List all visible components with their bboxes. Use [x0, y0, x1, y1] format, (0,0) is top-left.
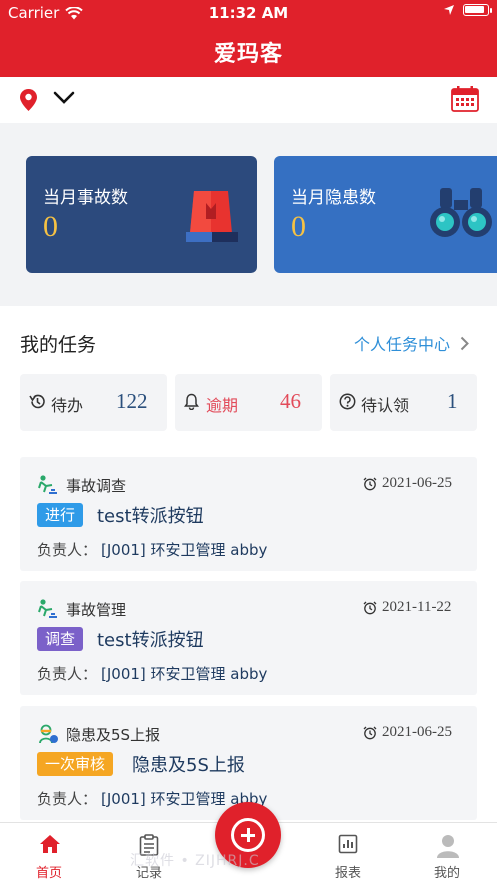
hazard-report-icon — [39, 724, 58, 744]
task-status-badge: 调查 — [37, 627, 84, 651]
task-type: 事故调查 — [66, 477, 127, 495]
task-status-badge: 进行 — [37, 503, 84, 527]
accident-stat-card[interactable]: 当月事故数 0 — [26, 156, 257, 273]
chevron-down-icon[interactable] — [53, 91, 75, 105]
task-center-label: 个人任务中心 — [353, 335, 450, 354]
accident-stat-label: 当月事故数 — [43, 188, 128, 208]
counter-todo[interactable]: 待办 122 — [20, 374, 167, 431]
calendar-icon[interactable] — [451, 86, 479, 112]
siren-icon — [186, 191, 238, 242]
stats-area: 当月事故数 0 当月隐患数 0 — [0, 123, 497, 306]
chevron-right-icon — [460, 336, 469, 350]
hazard-stat-value: 0 — [291, 210, 306, 243]
counter-todo-label: 待办 — [51, 396, 84, 415]
hazard-stat-label: 当月隐患数 — [291, 188, 376, 208]
app-header: Carrier 11:32 AM 爱玛客 — [0, 0, 497, 77]
injury-icon — [38, 599, 57, 618]
task-date: 2021-06-25 — [382, 475, 452, 491]
home-icon — [40, 835, 60, 853]
watermark: 汇软件 • ZIJHRJ.C — [130, 853, 260, 869]
history-icon — [29, 394, 45, 409]
tab-reports-label: 报表 — [334, 866, 361, 881]
task-date: 2021-11-22 — [382, 599, 452, 615]
binoculars-icon — [430, 188, 492, 237]
toolbar — [0, 77, 497, 123]
counter-unclaimed[interactable]: 待认领 1 — [330, 374, 477, 431]
tasks-section: 我的任务 个人任务中心 待办 122 逾期 46 待认领 1 事故调查 2021… — [0, 306, 497, 822]
app-title: 爱玛客 — [213, 42, 283, 67]
injury-icon — [38, 475, 57, 494]
counter-overdue[interactable]: 逾期 46 — [175, 374, 322, 431]
task-owner: 负责人： [J001] 环安卫管理 abby — [37, 663, 267, 684]
accident-stat-value: 0 — [43, 210, 58, 243]
tab-home[interactable]: 首页 — [9, 823, 89, 883]
task-type: 事故管理 — [66, 601, 127, 619]
task-card[interactable]: 事故调查 2021-06-25 进行 test转派按钮 负责人： [J001] 环… — [20, 457, 477, 571]
location-pin-icon[interactable] — [20, 89, 37, 111]
add-icon — [231, 818, 265, 852]
task-name: 隐患及5S上报 — [132, 755, 245, 776]
counter-unclaimed-count: 1 — [447, 389, 458, 413]
location-arrow-icon — [444, 5, 454, 15]
alarm-clock-icon — [363, 477, 377, 491]
alarm-clock-icon — [363, 601, 377, 615]
counter-overdue-count: 46 — [280, 389, 301, 413]
tab-mine-label: 我的 — [433, 866, 460, 881]
counter-overdue-label: 逾期 — [206, 396, 239, 415]
question-icon — [339, 393, 356, 410]
task-owner-label: 负责人： — [37, 665, 98, 683]
user-icon — [437, 835, 459, 858]
tab-mine[interactable]: 我的 — [407, 823, 487, 883]
hazard-stat-card[interactable]: 当月隐患数 0 — [274, 156, 497, 273]
alarm-clock-icon — [363, 726, 377, 740]
task-owner-value: [J001] 环安卫管理 abby — [101, 665, 268, 683]
battery-icon — [463, 4, 492, 16]
tab-home-label: 首页 — [35, 866, 62, 881]
task-owner-value: [J001] 环安卫管理 abby — [101, 541, 268, 559]
task-name: test转派按钮 — [97, 506, 204, 527]
task-center-link[interactable]: 个人任务中心 — [354, 331, 469, 355]
task-owner-label: 负责人： — [37, 790, 98, 808]
counter-todo-count: 122 — [116, 389, 148, 413]
bell-icon — [184, 393, 199, 410]
task-name: test转派按钮 — [97, 630, 204, 651]
tab-reports[interactable]: 报表 — [308, 823, 388, 883]
task-owner-label: 负责人： — [37, 541, 98, 559]
status-right — [443, 4, 492, 16]
counter-unclaimed-label: 待认领 — [361, 396, 410, 415]
task-date: 2021-06-25 — [382, 724, 452, 740]
report-icon — [338, 834, 358, 854]
tasks-title: 我的任务 — [20, 334, 97, 356]
task-card[interactable]: 事故管理 2021-11-22 调查 test转派按钮 负责人： [J001] 环… — [20, 581, 477, 695]
status-bar: Carrier 11:32 AM — [0, 0, 497, 26]
status-time: 11:32 AM — [208, 4, 289, 22]
task-status-badge: 一次审核 — [37, 752, 114, 776]
task-type: 隐患及5S上报 — [66, 726, 161, 744]
task-owner: 负责人： [J001] 环安卫管理 abby — [37, 539, 267, 560]
